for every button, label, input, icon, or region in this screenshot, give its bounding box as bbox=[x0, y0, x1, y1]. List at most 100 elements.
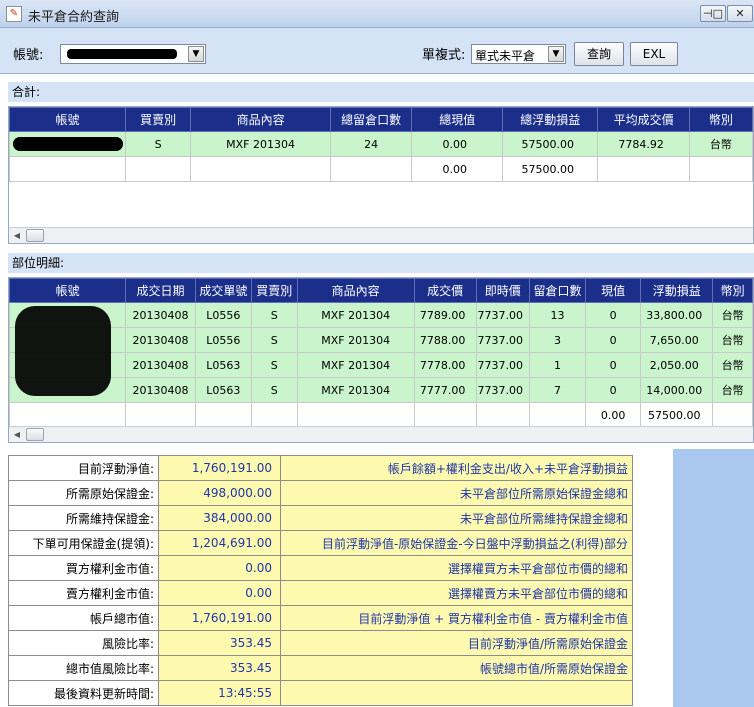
table-cell: 台幣 bbox=[688, 131, 753, 157]
table-cell: L0563 bbox=[194, 352, 252, 378]
table-row[interactable]: 20130408 L0563 S MXF 201304 7778.00 7737.00 1 0… bbox=[9, 352, 753, 378]
summary-row: 下單可用保證金(提領): 1,204,691.00 目前浮動淨值-原始保證金-今日盤… bbox=[8, 530, 633, 556]
excel-button[interactable]: EXL bbox=[630, 42, 678, 66]
scrollbar-thumb[interactable] bbox=[26, 428, 44, 441]
column-header[interactable]: 買賣別 bbox=[250, 278, 298, 303]
summary-row: 所需維持保證金: 384,000.00 未平倉部位所需維持保證金總和 bbox=[8, 505, 633, 531]
table-cell: 20130408 bbox=[125, 377, 196, 403]
table-cell: L0556 bbox=[194, 302, 252, 328]
table-cell: 台幣 bbox=[712, 352, 753, 378]
table-cell: 2,050.00 bbox=[640, 352, 714, 378]
column-header[interactable]: 浮動損益 bbox=[640, 278, 714, 303]
mode-select[interactable]: 單式未平倉 ▼ bbox=[471, 44, 566, 64]
summary-value: 13:45:55 bbox=[158, 680, 281, 706]
column-header[interactable]: 總浮動損益 bbox=[502, 107, 599, 132]
summary-row: 帳戶總市值: 1,760,191.00 目前浮動淨值 + 買方權利金市值 - 賣方權… bbox=[8, 605, 633, 631]
chevron-left-icon[interactable]: ◀ bbox=[9, 427, 25, 442]
table-cell: 7788.00 bbox=[413, 327, 477, 353]
column-header[interactable]: 幣別 bbox=[688, 107, 753, 132]
query-button[interactable]: 查詢 bbox=[574, 42, 624, 66]
query-toolbar: 帳號: ▼ 單複式: 單式未平倉 ▼ 查詢 EXL bbox=[0, 28, 754, 74]
summary-label: 總市值風險比率: bbox=[8, 655, 159, 681]
table-row[interactable]: 20130408 L0556 S MXF 201304 7789.00 7737.00 13… bbox=[9, 302, 753, 328]
chevron-left-icon[interactable]: ◀ bbox=[9, 228, 25, 243]
table-cell: 7789.00 bbox=[413, 302, 477, 328]
summary-value: 1,760,191.00 bbox=[158, 605, 281, 631]
details-grid[interactable]: 帳號 成交日期 成交單號 買賣別 商品內容 成交價 即時價 留倉口數 現值 浮動損益 幣別 2013… bbox=[8, 277, 754, 443]
scrollbar-thumb[interactable] bbox=[26, 229, 44, 242]
column-header[interactable]: 留倉口數 bbox=[529, 278, 586, 303]
table-cell: 13 bbox=[529, 302, 586, 328]
table-row[interactable]: 20130408 L0563 S MXF 201304 7777.00 7737.00 7 0… bbox=[9, 377, 753, 403]
summary-row: 買方權利金市值: 0.00 選擇權買方未平倉部位市價的總和 bbox=[8, 555, 633, 581]
summary-description: 選擇權買方未平倉部位市價的總和 bbox=[280, 555, 633, 581]
column-header[interactable]: 即時價 bbox=[475, 278, 531, 303]
horizontal-scrollbar[interactable]: ◀ bbox=[9, 227, 753, 243]
table-row[interactable]: 20130408 L0556 S MXF 201304 7788.00 7737.00 3 0… bbox=[9, 327, 753, 353]
column-header[interactable]: 總現值 bbox=[411, 107, 504, 132]
summary-row: 賣方權利金市值: 0.00 選擇權賣方未平倉部位市價的總和 bbox=[8, 580, 633, 606]
column-header[interactable]: 總留倉口數 bbox=[329, 107, 413, 132]
summary-label: 所需維持保證金: bbox=[8, 505, 159, 531]
column-header[interactable]: 商品內容 bbox=[190, 107, 331, 132]
chevron-down-icon[interactable]: ▼ bbox=[548, 46, 564, 62]
table-cell: 0.00 bbox=[411, 131, 504, 157]
column-header[interactable]: 帳號 bbox=[9, 107, 126, 132]
summary-label: 下單可用保證金(提領): bbox=[8, 530, 159, 556]
table-row[interactable]: 0.00 57500.00 bbox=[9, 402, 753, 428]
table-cell: 20130408 bbox=[125, 327, 196, 353]
table-cell: 0.00 bbox=[411, 156, 504, 182]
table-cell: S bbox=[250, 302, 298, 328]
table-cell bbox=[296, 402, 415, 428]
totals-grid[interactable]: 帳號 買賣別 商品內容 總留倉口數 總現值 總浮動損益 平均成交價 幣別 S MXF 20130… bbox=[8, 106, 754, 244]
pin-button[interactable]: ⊣□ bbox=[700, 5, 726, 22]
summary-label: 買方權利金市值: bbox=[8, 555, 159, 581]
column-header[interactable]: 平均成交價 bbox=[597, 107, 690, 132]
column-header[interactable]: 成交價 bbox=[413, 278, 477, 303]
window-title: 未平倉合約查詢 bbox=[28, 10, 120, 25]
column-header[interactable]: 成交日期 bbox=[125, 278, 196, 303]
column-header[interactable]: 帳號 bbox=[9, 278, 127, 303]
column-header[interactable]: 現值 bbox=[584, 278, 642, 303]
summary-row: 總市值風險比率: 353.45 帳號總市值/所需原始保證金 bbox=[8, 655, 633, 681]
summary-value: 498,000.00 bbox=[158, 480, 281, 506]
table-cell bbox=[688, 156, 753, 182]
summary-description bbox=[280, 680, 633, 706]
table-cell bbox=[329, 156, 413, 182]
title-bar: ✎ 未平倉合約查詢 ⊣□ ✕ bbox=[0, 0, 754, 28]
summary-row: 風險比率: 353.45 目前浮動淨值/所需原始保證金 bbox=[8, 630, 633, 656]
table-cell: 台幣 bbox=[712, 302, 753, 328]
table-cell: 20130408 bbox=[125, 302, 196, 328]
table-cell bbox=[597, 156, 690, 182]
details-section-label: 部位明細: bbox=[8, 253, 754, 273]
close-button[interactable]: ✕ bbox=[727, 5, 753, 22]
summary-description: 帳戶餘額+權利金支出/收入+未平倉浮動損益 bbox=[280, 455, 633, 481]
mode-label: 單複式: bbox=[422, 48, 466, 63]
summary-row: 目前浮動淨值: 1,760,191.00 帳戶餘額+權利金支出/收入+未平倉浮動損益 bbox=[8, 455, 633, 481]
table-cell: S bbox=[250, 377, 298, 403]
table-cell: MXF 201304 bbox=[296, 327, 415, 353]
table-cell: 0 bbox=[584, 302, 642, 328]
table-cell: 20130408 bbox=[125, 352, 196, 378]
chevron-down-icon[interactable]: ▼ bbox=[188, 46, 204, 62]
summary-label: 帳戶總市值: bbox=[8, 605, 159, 631]
table-cell bbox=[9, 156, 126, 182]
column-header[interactable]: 幣別 bbox=[712, 278, 753, 303]
table-cell: 57500.00 bbox=[640, 402, 714, 428]
table-cell: 7 bbox=[529, 377, 586, 403]
account-select[interactable]: ▼ bbox=[60, 44, 206, 64]
column-header[interactable]: 買賣別 bbox=[124, 107, 192, 132]
table-cell: S bbox=[250, 327, 298, 353]
summary-value: 384,000.00 bbox=[158, 505, 281, 531]
column-header[interactable]: 成交單號 bbox=[194, 278, 252, 303]
totals-section-label: 合計: bbox=[8, 82, 754, 102]
table-cell: MXF 201304 bbox=[296, 377, 415, 403]
summary-table: 目前浮動淨值: 1,760,191.00 帳戶餘額+權利金支出/收入+未平倉浮動損益… bbox=[8, 455, 633, 706]
table-cell bbox=[9, 402, 127, 428]
table-row[interactable]: 0.00 57500.00 bbox=[9, 156, 753, 182]
horizontal-scrollbar[interactable]: ◀ bbox=[9, 426, 753, 442]
column-header[interactable]: 商品內容 bbox=[296, 278, 415, 303]
summary-value: 0.00 bbox=[158, 580, 281, 606]
table-cell: 3 bbox=[529, 327, 586, 353]
summary-value: 0.00 bbox=[158, 555, 281, 581]
